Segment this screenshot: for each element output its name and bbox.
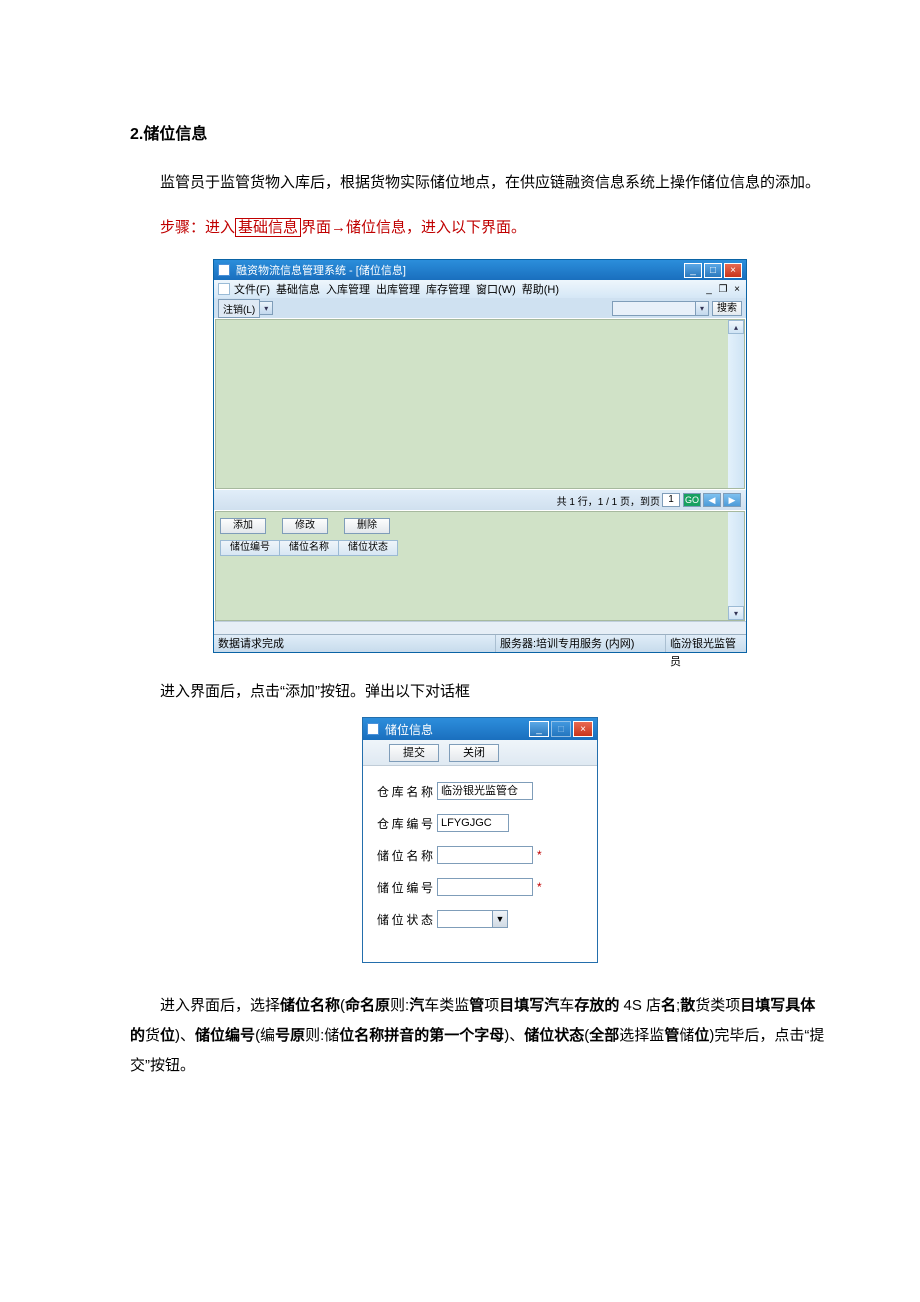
- window-titlebar: 融资物流信息管理系统 - [储位信息] _ □ ×: [214, 260, 746, 280]
- logoff-label: 注销(L): [218, 299, 260, 318]
- dialog-form: 仓库名称 临汾银光监管仓 仓库编号 LFYGJGC 储位名称 * 储位编号 * …: [363, 766, 597, 962]
- pager-bar: 共 1 行，1 / 1 页，到页 1 GO ◀ ▶: [214, 490, 746, 510]
- loc-status-label: 储位状态: [377, 911, 433, 928]
- loc-name-label: 储位名称: [377, 847, 433, 864]
- table-headers: 储位编号 储位名称 储位状态: [220, 540, 740, 556]
- loc-name-field[interactable]: [437, 846, 533, 864]
- loc-status-value: [437, 910, 493, 928]
- search-button[interactable]: 搜索: [712, 301, 742, 316]
- menu-inbound[interactable]: 入库管理: [326, 281, 370, 297]
- dropdown-arrow-icon[interactable]: ▼: [492, 910, 508, 928]
- warehouse-name-label: 仓库名称: [377, 783, 433, 800]
- logoff-combo[interactable]: 注销(L) ▾: [218, 299, 273, 318]
- doc-icon: [218, 283, 230, 295]
- edit-button[interactable]: 修改: [282, 518, 328, 534]
- dialog-toolbar: 提交 关闭: [363, 740, 597, 766]
- menu-outbound[interactable]: 出库管理: [376, 281, 420, 297]
- inner-close-icon[interactable]: ×: [732, 284, 742, 295]
- search-input[interactable]: [612, 301, 696, 316]
- minimize-button[interactable]: _: [684, 263, 702, 278]
- prev-page-button[interactable]: ◀: [703, 493, 721, 507]
- status-left: 数据请求完成: [214, 635, 496, 652]
- submit-button[interactable]: 提交: [389, 744, 439, 762]
- dialog-title: 储位信息: [385, 721, 527, 738]
- main-window-figure: 融资物流信息管理系统 - [储位信息] _ □ × 文件(F) 基础信息 入库管…: [213, 259, 747, 653]
- toolbar: 注销(L) ▾ ▾ 搜索: [214, 298, 746, 318]
- scroll-up-icon[interactable]: ▴: [728, 320, 744, 334]
- horizontal-scrollbar[interactable]: [214, 621, 746, 635]
- inner-minimize-icon[interactable]: _: [704, 284, 714, 295]
- dialog-titlebar: 储位信息 _ □ ×: [363, 718, 597, 740]
- dialog-figure: 储位信息 _ □ × 提交 关闭 仓库名称 临汾银光监管仓 仓库编号 LFYGJ…: [362, 717, 598, 963]
- status-server: 服务器:培训专用服务 (内网): [496, 635, 666, 652]
- dialog-minimize-button[interactable]: _: [529, 721, 549, 737]
- menu-stock[interactable]: 库存管理: [426, 281, 470, 297]
- step-basicinfo: 基础信息: [235, 218, 301, 237]
- loc-code-label: 储位编号: [377, 879, 433, 896]
- window-close-button[interactable]: ×: [724, 263, 742, 278]
- warehouse-name-field[interactable]: 临汾银光监管仓: [437, 782, 533, 800]
- search-dropdown-icon[interactable]: ▾: [695, 301, 709, 316]
- dialog-close-button[interactable]: ×: [573, 721, 593, 737]
- menu-bar: 文件(F) 基础信息 入库管理 出库管理 库存管理 窗口(W) 帮助(H) _ …: [214, 280, 746, 298]
- status-user: 临汾银光监管员: [666, 635, 746, 652]
- final-paragraph: 进入界面后，选择储位名称(命名原则:汽车类监管项目填写汽车存放的 4S 店名;散…: [130, 991, 830, 1081]
- go-button[interactable]: GO: [683, 493, 701, 507]
- col-loc-name: 储位名称: [279, 540, 339, 556]
- warehouse-code-label: 仓库编号: [377, 815, 433, 832]
- vertical-scrollbar-2[interactable]: ▾: [728, 512, 744, 620]
- loc-status-select[interactable]: ▼: [437, 910, 508, 928]
- maximize-button[interactable]: □: [704, 263, 722, 278]
- inner-restore-icon[interactable]: ❐: [718, 284, 728, 295]
- content-area-top: ▴: [215, 319, 745, 489]
- dialog-maximize-button: □: [551, 721, 571, 737]
- page-info: 共 1 行，1 / 1 页，到页: [557, 493, 660, 508]
- next-page-button[interactable]: ▶: [723, 493, 741, 507]
- chevron-down-icon[interactable]: ▾: [259, 301, 273, 315]
- loc-code-field[interactable]: [437, 878, 533, 896]
- step-after: 界面→储位信息，进入以下界面。: [301, 219, 526, 236]
- scroll-down-icon[interactable]: ▾: [728, 606, 744, 620]
- menu-window[interactable]: 窗口(W): [476, 281, 516, 297]
- section-heading: 2.储位信息: [130, 120, 830, 144]
- menu-basicinfo[interactable]: 基础信息: [276, 281, 320, 297]
- step-line: 步骤：进入基础信息界面→储位信息，进入以下界面。: [130, 216, 830, 237]
- col-loc-code: 储位编号: [220, 540, 280, 556]
- dialog-icon: [367, 723, 379, 735]
- intro-paragraph: 监管员于监管货物入库后，根据货物实际储位地点，在供应链融资信息系统上操作储位信息…: [130, 168, 830, 198]
- required-star-icon: *: [537, 880, 542, 894]
- vertical-scrollbar[interactable]: ▴: [728, 320, 744, 488]
- delete-button[interactable]: 删除: [344, 518, 390, 534]
- after-fig1-paragraph: 进入界面后，点击“添加”按钮。弹出以下对话框: [130, 677, 830, 707]
- warehouse-code-field[interactable]: LFYGJGC: [437, 814, 509, 832]
- step-prefix: 步骤：进入: [160, 219, 235, 236]
- close-button[interactable]: 关闭: [449, 744, 499, 762]
- menu-file[interactable]: 文件(F): [234, 281, 270, 297]
- page-number-input[interactable]: 1: [662, 493, 680, 507]
- add-button[interactable]: 添加: [220, 518, 266, 534]
- required-star-icon: *: [537, 848, 542, 862]
- status-bar: 数据请求完成 服务器:培训专用服务 (内网) 临汾银光监管员: [214, 634, 746, 652]
- window-title: 融资物流信息管理系统 - [储位信息]: [236, 262, 682, 278]
- content-area-bottom: 添加 修改 删除 储位编号 储位名称 储位状态 ▾: [215, 511, 745, 621]
- col-loc-status: 储位状态: [338, 540, 398, 556]
- menu-help[interactable]: 帮助(H): [522, 281, 559, 297]
- app-icon: [218, 264, 230, 276]
